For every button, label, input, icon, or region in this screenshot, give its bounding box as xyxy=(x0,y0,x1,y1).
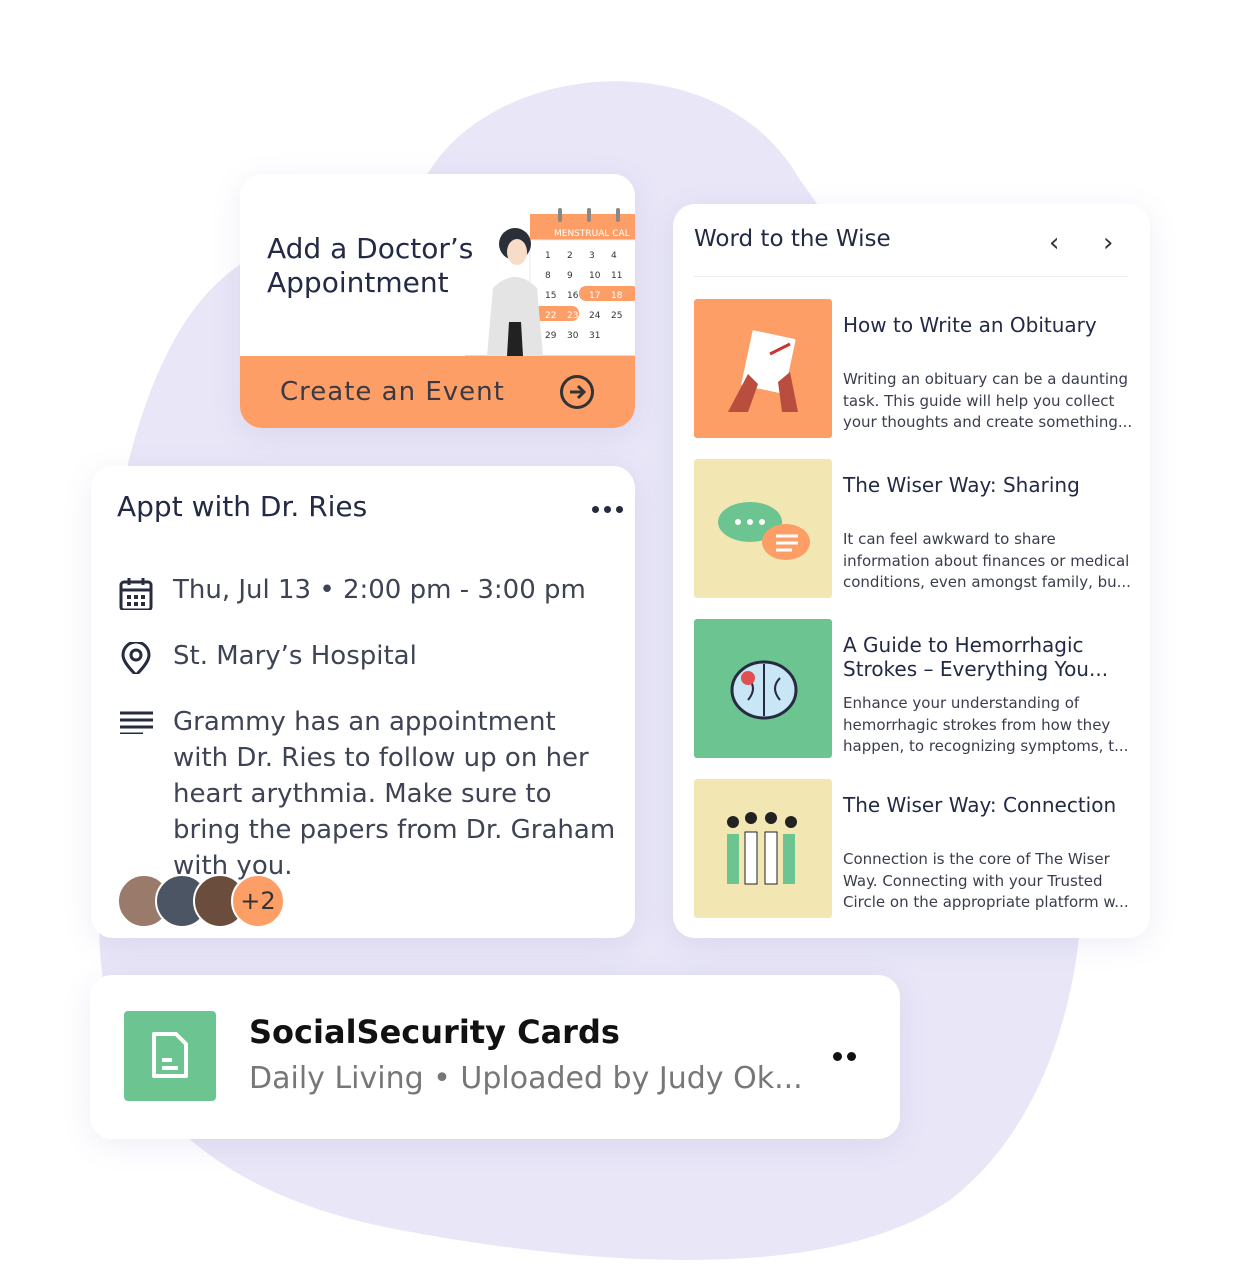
article-thumbnail-brain xyxy=(694,619,832,758)
article-item[interactable]: A Guide to Hemorrhagic Strokes – Everyth… xyxy=(694,619,1134,758)
calendar-day: 4 xyxy=(611,251,617,261)
doctor-calendar-illustration: MENSTRUAL CAL 1 2 3 48 9 10 1115 16 17 1822 23 24 25… xyxy=(465,208,635,357)
divider xyxy=(694,276,1128,277)
create-event-label: Create an Event xyxy=(280,377,505,407)
article-title: The Wiser Way: Sharing xyxy=(843,473,1080,497)
calendar-day: 29 xyxy=(545,331,557,341)
article-title: The Wiser Way: Connection xyxy=(843,793,1117,817)
create-event-button[interactable]: Create an Event xyxy=(240,356,635,428)
calendar-day: 11 xyxy=(611,271,622,281)
chevron-left-icon[interactable]: ‹ xyxy=(1049,228,1059,258)
chevron-right-icon[interactable]: › xyxy=(1103,228,1113,258)
attendees[interactable]: +2 xyxy=(117,874,285,928)
calendar-day: 2 xyxy=(567,251,573,261)
appointment-notes: Grammy has an appointment with Dr. Ries … xyxy=(173,707,616,881)
notes-icon xyxy=(120,711,153,734)
article-title: How to Write an Obituary xyxy=(843,313,1097,337)
calendar-day: 18 xyxy=(611,291,623,301)
article-title: A Guide to Hemorrhagic Strokes – Everyth… xyxy=(843,633,1109,681)
article-description: Connection is the core of The Wiser Way.… xyxy=(843,850,1129,911)
more-attendees-badge: +2 xyxy=(231,874,285,928)
document-icon xyxy=(124,1011,216,1101)
card-title: Add a Doctor’s Appointment xyxy=(267,232,474,299)
article-item[interactable]: The Wiser Way: Connection Connection is … xyxy=(694,779,1134,918)
section-title: Word to the Wise xyxy=(694,226,891,252)
appointment-card[interactable]: Appt with Dr. Ries Thu, Jul 13 • 2:00 pm… xyxy=(91,466,635,938)
file-card[interactable]: SocialSecurity Cards Daily Living • Uplo… xyxy=(90,975,900,1139)
calendar-day: 3 xyxy=(589,251,595,261)
calendar-day: 17 xyxy=(589,291,600,301)
article-description: Writing an obituary can be a daunting ta… xyxy=(843,370,1133,431)
article-description: It can feel awkward to share information… xyxy=(843,530,1131,591)
calendar-day: 23 xyxy=(567,311,578,321)
location-pin-icon xyxy=(121,642,151,674)
calendar-day: 31 xyxy=(589,331,600,341)
calendar-day: 10 xyxy=(589,271,601,281)
more-options-icon[interactable] xyxy=(592,506,623,513)
arrow-right-circle-icon xyxy=(560,375,594,409)
article-description: Enhance your understanding of hemorrhagi… xyxy=(843,694,1129,755)
article-thumbnail-chat-bubbles xyxy=(694,459,832,598)
calendar-day: 25 xyxy=(611,311,622,321)
article-item[interactable]: How to Write an Obituary Writing an obit… xyxy=(694,299,1134,438)
article-thumbnail-writing-hands xyxy=(694,299,832,438)
add-appointment-card[interactable]: Add a Doctor’s Appointment MENSTRUAL CAL … xyxy=(240,174,635,428)
calendar-day: 8 xyxy=(545,271,551,281)
calendar-day: 9 xyxy=(567,271,573,281)
file-title: SocialSecurity Cards xyxy=(249,1013,620,1051)
calendar-day: 24 xyxy=(589,311,601,321)
file-subtitle: Daily Living • Uploaded by Judy Ok... xyxy=(249,1061,803,1096)
svg-text:MENSTRUAL CAL: MENSTRUAL CAL xyxy=(554,229,630,239)
calendar-day: 30 xyxy=(567,331,579,341)
more-options-icon[interactable] xyxy=(833,1052,856,1061)
article-thumbnail-group-of-people xyxy=(694,779,832,918)
article-item[interactable]: The Wiser Way: Sharing It can feel awkwa… xyxy=(694,459,1134,598)
word-to-the-wise-card: Word to the Wise ‹ › How to Write an Obi… xyxy=(673,204,1150,938)
calendar-day: 15 xyxy=(545,291,556,301)
calendar-day: 16 xyxy=(567,291,579,301)
appointment-title: Appt with Dr. Ries xyxy=(117,490,368,523)
calendar-day: 22 xyxy=(545,311,556,321)
appointment-location: St. Mary’s Hospital xyxy=(173,641,417,671)
calendar-icon xyxy=(119,578,153,610)
calendar-day: 1 xyxy=(545,251,551,261)
appointment-datetime: Thu, Jul 13 • 2:00 pm - 3:00 pm xyxy=(173,575,586,605)
